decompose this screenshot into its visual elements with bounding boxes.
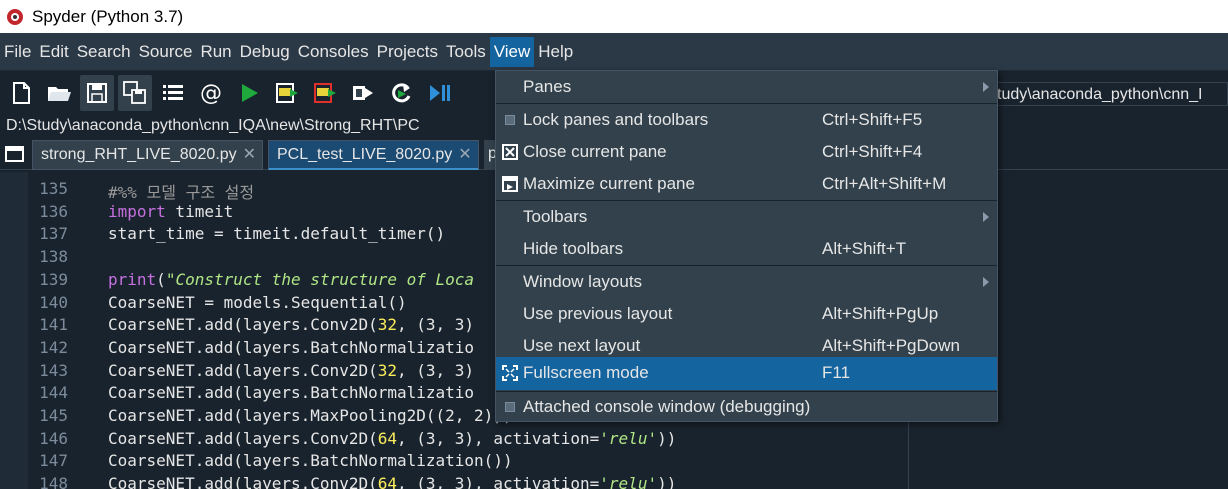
menu-edit[interactable]: Edit [35,37,72,67]
code-line: import timeit [108,201,234,221]
menu-help[interactable]: Help [534,37,577,67]
debug-icon[interactable] [422,75,456,111]
menu-search[interactable]: Search [73,37,135,67]
code-line: CoarseNET.add(layers.Conv2D(64, (3, 3), … [108,474,677,489]
checkbox-unchecked-icon [505,115,515,125]
close-icon[interactable]: ✕ [458,141,471,169]
code-line: CoarseNET.add(layers.BatchNormalizatio [108,383,475,403]
line-number: 144 [39,383,68,403]
menu-tools[interactable]: Tools [442,37,490,67]
menu-item-panes[interactable]: Panes [496,71,997,103]
code-line: #%% 모델 구조 설정 [108,183,255,202]
line-number: 148 [39,474,68,489]
spyder-window: Spyder (Python 3.7) File Edit Search Sou… [0,0,1228,489]
line-number: 143 [39,360,68,380]
line-number: 137 [39,224,68,244]
menu-item-attached-console[interactable]: Attached console window (debugging) [496,391,997,423]
submenu-arrow-icon [983,212,989,222]
submenu-arrow-icon [983,277,989,287]
menu-view[interactable]: View [489,36,535,67]
code-line: CoarseNET.add(layers.Conv2D(32, (3, 3) [108,315,475,335]
menu-file[interactable]: File [0,37,35,67]
menu-run[interactable]: Run [196,37,235,67]
svg-text:@: @ [200,81,222,106]
code-line: print("Construct the structure of Loca [108,269,475,289]
code-line: CoarseNET.add(layers.BatchNormalization(… [108,451,513,471]
at-icon[interactable]: @ [194,75,228,111]
menu-item-previous-layout[interactable]: Use previous layout Alt+Shift+PgUp [496,298,997,330]
code-line: CoarseNET = models.Sequential() [108,292,407,312]
run-icon[interactable] [232,75,266,111]
open-folder-icon[interactable] [42,75,76,111]
line-number: 147 [39,451,68,471]
line-number: 139 [39,269,68,289]
spyder-logo-icon [7,8,23,25]
menu-item-close-pane[interactable]: Close current pane Ctrl+Shift+F4 [496,136,997,168]
code-line: CoarseNET.add(layers.MaxPooling2D((2, 2)… [108,406,513,425]
save-all-icon[interactable] [118,75,152,111]
code-line: start_time = timeit.default_timer() [108,224,446,244]
menu-item-hide-toolbars[interactable]: Hide toolbars Alt+Shift+T [496,233,997,265]
menu-item-lock-panes[interactable]: Lock panes and toolbars Ctrl+Shift+F5 [496,104,997,136]
tab-strong-rht[interactable]: strong_RHT_LIVE_8020.py ✕ [32,140,264,170]
line-number: 136 [39,201,68,221]
code-line: CoarseNET.add(layers.BatchNormalizatio [108,337,475,357]
line-number: 140 [39,292,68,312]
code-line: CoarseNET.add(layers.Conv2D(32, (3, 3) [108,360,475,380]
fullscreen-icon [502,365,518,381]
run-cell-icon[interactable] [270,75,304,111]
submenu-arrow-icon [983,82,989,92]
menu-item-window-layouts[interactable]: Window layouts [496,266,997,298]
rerun-icon[interactable] [384,75,418,111]
line-number: 135 [39,179,68,198]
line-number: 146 [39,428,68,448]
line-number: 141 [39,315,68,335]
menu-item-toolbars[interactable]: Toolbars [496,201,997,233]
line-number-gutter: 135 136 137 138 139 140 141 142 143 144 145 146 147 1… [0,172,104,489]
code-line: CoarseNET.add(layers.Conv2D(64, (3, 3), … [108,428,677,448]
menu-consoles[interactable]: Consoles [294,37,373,67]
menu-debug[interactable]: Debug [236,37,294,67]
menu-item-maximize-pane[interactable]: Maximize current pane Ctrl+Alt+Shift+M [496,168,997,200]
new-file-icon[interactable] [4,75,38,111]
close-icon[interactable]: ✕ [243,141,256,169]
fold-strip [0,172,28,489]
menu-item-fullscreen[interactable]: Fullscreen mode F11 [496,357,997,390]
view-menu-dropdown: Panes Lock panes and toolbars Ctrl+Shift… [495,70,998,422]
tab-label: strong_RHT_LIVE_8020.py [41,146,237,163]
file-path-label: D:\Study\anaconda_python\cnn_IQA\new\Str… [6,117,420,134]
maximize-pane-icon [502,176,518,192]
save-icon[interactable] [80,75,114,111]
window-title: Spyder (Python 3.7) [32,6,184,26]
menu-bar: File Edit Search Source Run Debug Consol… [0,33,1228,71]
tab-pcl-test[interactable]: PCL_test_LIVE_8020.py ✕ [268,140,479,170]
browse-tabs-icon[interactable] [4,144,26,164]
line-number: 145 [39,406,68,425]
run-cell-advance-icon[interactable] [308,75,342,111]
close-pane-icon [502,144,518,160]
list-icon[interactable] [156,75,190,111]
working-directory-combo[interactable]: tudy\anaconda_python\cnn_I [980,82,1228,106]
checkbox-unchecked-icon [505,402,515,412]
tab-label: PCL_test_LIVE_8020.py [277,146,453,163]
menu-source[interactable]: Source [135,37,197,67]
run-selection-icon[interactable] [346,75,380,111]
line-number: 142 [39,337,68,357]
menu-projects[interactable]: Projects [373,37,442,67]
title-bar: Spyder (Python 3.7) [0,0,1228,33]
line-number: 138 [39,247,68,267]
